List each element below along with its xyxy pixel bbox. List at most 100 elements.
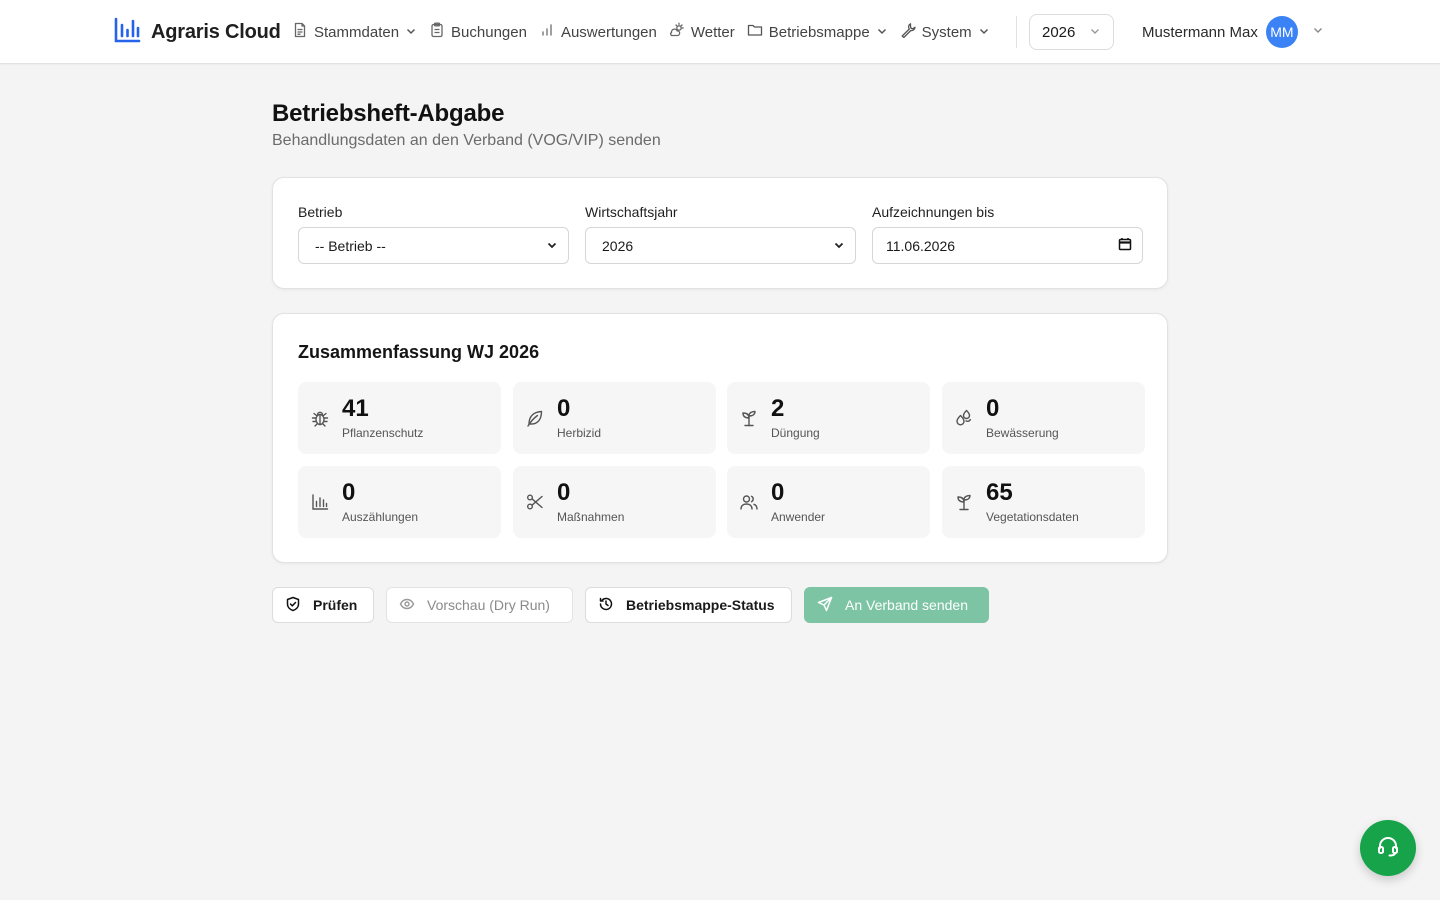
stat-value: 0 [557,395,571,422]
aufzeichnungen-field: Aufzeichnungen bis 11.06.2026 [872,204,1143,264]
leaf-icon [525,408,545,428]
sprout-icon [954,492,974,512]
shield-check-icon [285,596,301,615]
nav-item-auswertungen[interactable]: Auswertungen [539,22,657,42]
aufzeichnungen-date-value: 11.06.2026 [886,237,956,254]
chevron-down-icon [405,24,417,41]
history-icon [598,596,614,615]
chevron-down-icon [833,238,845,254]
eye-icon [399,596,415,615]
stat-bewaesserung: 0 Bewässerung [942,382,1145,454]
betrieb-select-value: -- Betrieb -- [315,237,386,254]
page-subtitle: Behandlungsdaten an den Verband (VOG/VIP… [272,132,661,149]
betriebsmappe-status-button-label: Betriebsmappe-Status [626,597,775,613]
aufzeichnungen-date-input[interactable]: 11.06.2026 [872,227,1143,264]
betrieb-field: Betrieb -- Betrieb -- [298,204,569,264]
bug-icon [310,408,330,428]
stat-label: Pflanzenschutz [342,426,424,440]
pruefen-button-label: Prüfen [313,597,358,613]
nav-item-label: Wetter [690,23,735,41]
user-name: Mustermann Max [1142,23,1258,41]
stat-value: 0 [557,479,571,506]
nav-item-label: System [921,23,972,41]
nav-item-label: Buchungen [451,23,527,41]
nav-item-label: Betriebsmappe [768,23,870,41]
calendar-icon[interactable] [1118,237,1132,254]
stat-massnahmen: 0 Maßnahmen [513,466,716,538]
brand-name: Agraris Cloud [151,20,281,43]
wirtschaftsjahr-field: Wirtschaftsjahr 2026 [585,204,856,264]
users-icon [739,492,759,512]
filter-card: Betrieb -- Betrieb -- Wirtschaftsjahr 20… [272,177,1168,289]
stat-auszaehlungen: 0 Auszählungen [298,466,501,538]
stat-herbizid: 0 Herbizid [513,382,716,454]
stat-pflanzenschutz: 41 Pflanzenschutz [298,382,501,454]
stat-label: Düngung [771,426,820,440]
nav-item-system[interactable]: System [900,22,990,42]
wirtschaftsjahr-select[interactable]: 2026 [585,227,856,264]
stat-value: 0 [771,479,785,506]
year-select-value: 2026 [1042,23,1076,41]
wrench-icon [900,22,916,42]
an-verband-senden-button[interactable]: An Verband senden [804,587,989,623]
nav-item-wetter[interactable]: Wetter [669,22,735,42]
betriebsmappe-status-button[interactable]: Betriebsmappe-Status [585,587,792,623]
bar-chart-icon [310,492,330,512]
support-button[interactable] [1360,820,1416,876]
nav-item-buchungen[interactable]: Buchungen [429,22,527,42]
stat-value: 0 [342,479,356,506]
aufzeichnungen-label: Aufzeichnungen bis [872,204,995,220]
chevron-down-icon [876,24,888,41]
betrieb-select[interactable]: -- Betrieb -- [298,227,569,264]
stat-value: 65 [986,479,1013,506]
wirtschaftsjahr-select-value: 2026 [602,237,634,254]
headset-icon [1376,834,1400,863]
stat-value: 41 [342,395,369,422]
wirtschaftsjahr-label: Wirtschaftsjahr [585,204,678,220]
stat-label: Bewässerung [986,426,1059,440]
stat-value: 0 [986,395,1000,422]
pruefen-button[interactable]: Prüfen [272,587,374,623]
nav-divider [1016,16,1017,48]
chevron-down-icon [1312,23,1324,41]
bar-chart-logo-icon [113,16,141,49]
stat-anwender: 0 Anwender [727,466,930,538]
main-navigation: Stammdaten Buchungen Auswertungen Wetter [292,20,990,44]
stat-label: Herbizid [557,426,602,440]
stat-value: 2 [771,395,785,422]
summary-card: Zusammenfassung WJ 2026 41 Pflanzenschut… [272,313,1168,563]
nav-item-betriebsmappe[interactable]: Betriebsmappe [747,22,888,42]
top-navigation-bar: Agraris Cloud Stammdaten Buchungen Auswe… [0,0,1440,64]
stat-label: Auszählungen [342,510,419,524]
betrieb-label: Betrieb [298,204,343,220]
year-select[interactable]: 2026 [1029,14,1114,50]
chevron-down-icon [546,238,558,254]
user-menu[interactable]: Mustermann Max MM [1142,16,1324,48]
vorschau-button[interactable]: Vorschau (Dry Run) [386,587,573,623]
summary-title: Zusammenfassung WJ 2026 [298,342,540,362]
an-verband-senden-button-label: An Verband senden [845,597,968,613]
brand-logo[interactable]: Agraris Cloud [113,17,281,47]
stat-label: Maßnahmen [557,510,625,524]
chevron-down-icon [978,24,990,41]
send-icon [817,596,833,615]
scissors-icon [525,492,545,512]
stat-vegetationsdaten: 65 Vegetationsdaten [942,466,1145,538]
folder-icon [747,22,763,42]
stat-duengung: 2 Düngung [727,382,930,454]
chevron-down-icon [1089,24,1101,41]
stat-label: Anwender [771,510,826,524]
avatar: MM [1265,16,1298,48]
droplets-icon [954,408,974,428]
bar-chart-icon [539,22,555,42]
cloud-sun-icon [669,22,685,42]
nav-item-label: Stammdaten [314,23,400,41]
page-title: Betriebsheft-Abgabe [272,100,505,127]
clipboard-icon [429,22,445,42]
stat-label: Vegetationsdaten [986,510,1079,524]
sprout-icon [739,408,759,428]
vorschau-button-label: Vorschau (Dry Run) [427,597,550,613]
nav-item-label: Auswertungen [560,23,657,41]
document-icon [292,22,308,42]
nav-item-stammdaten[interactable]: Stammdaten [292,22,417,42]
